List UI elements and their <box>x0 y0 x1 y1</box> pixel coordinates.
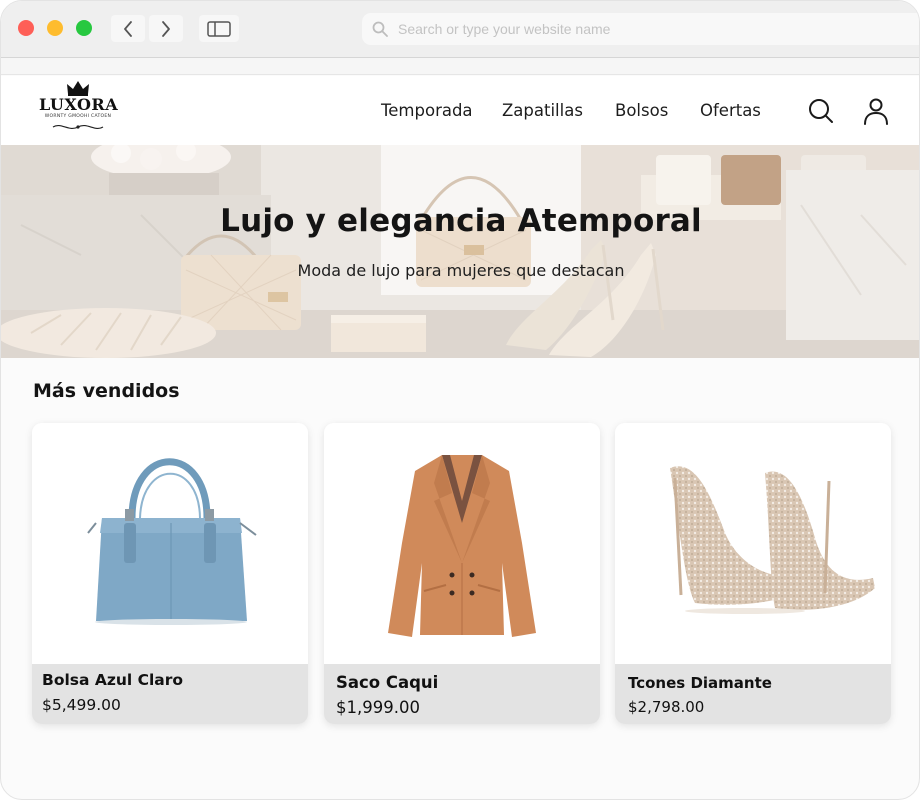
hero-title: Lujo y elegancia Atemporal <box>220 203 702 239</box>
product-card[interactable]: Saco Caqui $1,999.00 <box>324 423 600 724</box>
blue-handbag-image <box>87 458 257 625</box>
minimize-window-button[interactable] <box>47 20 63 36</box>
search-icon <box>809 99 833 123</box>
product-price: $5,499.00 <box>42 696 121 714</box>
chevron-right-icon <box>162 20 170 37</box>
flourish-ornament-icon <box>52 125 104 129</box>
hero-banner: Lujo y elegancia Atemporal Moda de lujo … <box>1 145 919 358</box>
product-name[interactable]: Tcones Diamante <box>628 674 772 692</box>
product-image[interactable] <box>615 423 891 664</box>
product-name[interactable]: Bolsa Azul Claro <box>42 671 183 689</box>
back-button[interactable] <box>111 15 145 42</box>
crown-icon <box>67 81 89 96</box>
brand-tagline: WORNTY GMOOHI CATOEN <box>44 114 112 119</box>
sidebar-icon <box>207 20 231 37</box>
nav-link-zapatillas[interactable]: Zapatillas <box>502 101 583 120</box>
brand-logo[interactable]: LUXORA WORNTY GMOOHI CATOEN <box>39 80 119 142</box>
product-info: Bolsa Azul Claro $5,499.00 <box>32 664 308 724</box>
browser-window: LUXORA WORNTY GMOOHI CATOEN Temporada Za… <box>0 0 920 800</box>
product-price: $1,999.00 <box>336 698 420 717</box>
product-card[interactable]: Bolsa Azul Claro $5,499.00 <box>32 423 308 724</box>
brand-name: LUXORA <box>39 95 119 114</box>
search-button[interactable] <box>807 97 835 125</box>
sidebar-toggle-button[interactable] <box>199 15 239 42</box>
boutique-scene-illustration <box>1 145 919 358</box>
chevron-left-icon <box>124 20 132 37</box>
forward-button[interactable] <box>149 15 183 42</box>
nav-link-bolsos[interactable]: Bolsos <box>615 101 668 120</box>
account-button[interactable] <box>862 97 890 125</box>
product-image[interactable] <box>324 423 600 664</box>
search-icon <box>372 21 388 37</box>
address-input[interactable] <box>398 17 878 41</box>
user-icon <box>864 98 888 125</box>
product-card[interactable]: Tcones Diamante $2,798.00 <box>615 423 891 724</box>
product-info: Saco Caqui $1,999.00 <box>324 664 600 724</box>
browser-toolbar-divider <box>1 57 919 75</box>
hero-subtitle: Moda de lujo para mujeres que destacan <box>297 261 625 280</box>
close-window-button[interactable] <box>18 20 34 36</box>
product-info: Tcones Diamante $2,798.00 <box>615 664 891 724</box>
maximize-window-button[interactable] <box>76 20 92 36</box>
product-image[interactable] <box>32 423 308 664</box>
address-bar[interactable] <box>362 13 919 45</box>
best-sellers-title: Más vendidos <box>33 380 180 402</box>
nav-link-temporada[interactable]: Temporada <box>381 101 473 120</box>
diamond-heels-image <box>670 466 875 614</box>
nav-link-ofertas[interactable]: Ofertas <box>700 101 761 120</box>
browser-toolbar <box>1 1 919 57</box>
product-name[interactable]: Saco Caqui <box>336 673 438 692</box>
khaki-blazer-image <box>388 455 536 637</box>
product-price: $2,798.00 <box>628 698 705 716</box>
site-header: LUXORA WORNTY GMOOHI CATOEN Temporada Za… <box>1 76 919 145</box>
